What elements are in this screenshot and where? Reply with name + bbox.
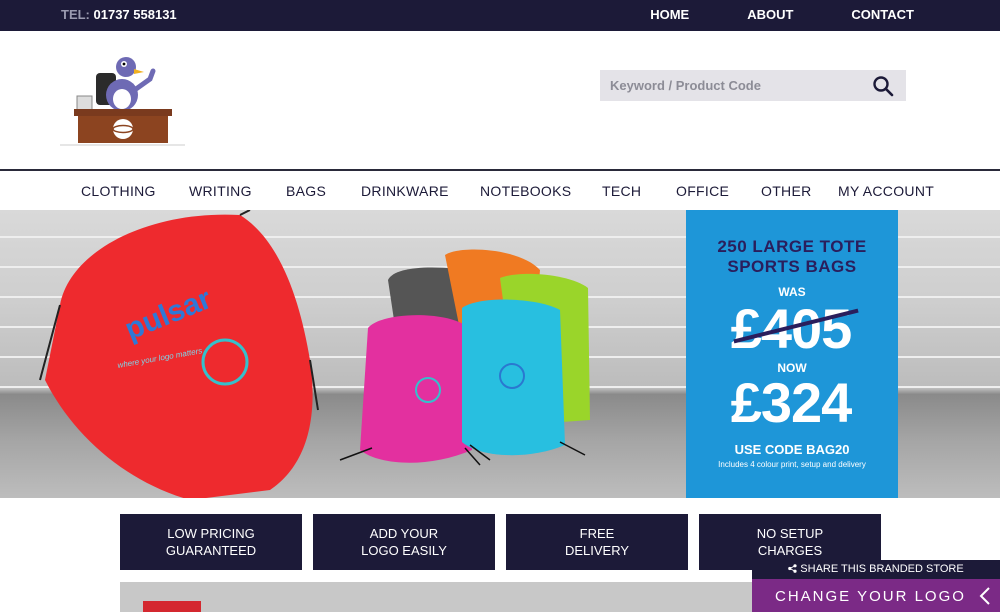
share-store-button[interactable]: SHARE THIS BRANDED STORE [752,560,1000,579]
search-icon [873,76,894,97]
promo-title-line2: SPORTS BAGS [727,257,857,276]
red-drawstring-bag: pulsar where your logo matters [39,210,319,498]
change-logo-label: CHANGE YOUR LOGO [775,588,966,605]
feature-free-delivery[interactable]: FREE DELIVERY [506,514,688,570]
feature-line1: FREE [579,526,615,541]
top-bar: TEL: 01737 558131 HOME ABOUT CONTACT [0,0,1000,31]
bags-illustration: pulsar where your logo matters [39,210,590,498]
nav-item-notebooks[interactable]: NOTEBOOKS [480,183,571,199]
nav-item-writing[interactable]: WRITING [189,183,252,199]
feature-line2: GUARANTEED [165,543,257,558]
feature-add-logo[interactable]: ADD YOUR LOGO EASILY [313,514,495,570]
sale-tag [143,601,201,612]
telephone-number[interactable]: 01737 558131 [94,7,177,22]
feature-low-pricing[interactable]: LOW PRICING GUARANTEED [120,514,302,570]
nav-item-other[interactable]: OTHER [761,183,812,199]
feature-line1: LOW PRICING [167,526,255,541]
search-bar [600,70,906,101]
nav-item-clothing[interactable]: CLOTHING [81,183,156,199]
header [0,31,1000,171]
promo-title: 250 LARGE TOTE SPORTS BAGS [686,237,898,277]
telephone: TEL: 01737 558131 [61,7,177,22]
cyan-bag [462,299,565,456]
top-link-contact[interactable]: CONTACT [851,7,914,22]
feature-line2: LOGO EASILY [361,543,447,558]
change-logo-button[interactable]: CHANGE YOUR LOGO [752,579,1000,612]
search-input[interactable] [600,70,860,101]
nav-item-bags[interactable]: BAGS [286,183,326,199]
search-button[interactable] [872,75,894,97]
site-logo[interactable] [60,51,185,151]
promo-title-line1: 250 LARGE TOTE [717,237,867,256]
promo-includes-text: Includes 4 colour print, setup and deliv… [718,460,866,469]
share-store-label: SHARE THIS BRANDED STORE [800,563,964,575]
chevron-left-icon[interactable] [978,586,992,606]
share-icon [788,564,797,573]
feature-line2: CHARGES [757,543,823,558]
promo-code-text: USE CODE BAG20 [734,442,850,457]
feature-line2: DELIVERY [564,543,630,558]
main-nav: CLOTHING WRITING BAGS DRINKWARE NOTEBOOK… [0,172,1000,210]
nav-item-office[interactable]: OFFICE [676,183,729,199]
feature-line1: NO SETUP [756,526,824,541]
telephone-label: TEL: [61,7,90,22]
nav-item-tech[interactable]: TECH [602,183,641,199]
promo-panel[interactable]: 250 LARGE TOTE SPORTS BAGS WAS £405 NOW … [686,210,898,498]
promo-new-price: £324 [730,371,853,434]
nav-item-my-account[interactable]: MY ACCOUNT [838,183,934,199]
top-link-about[interactable]: ABOUT [747,7,793,22]
nav-item-drinkware[interactable]: DRINKWARE [361,183,449,199]
feature-line1: ADD YOUR [369,526,439,541]
pigeon-mascot-logo [60,57,185,146]
top-link-home[interactable]: HOME [650,7,689,22]
top-links: HOME ABOUT CONTACT [592,7,914,22]
lower-banner[interactable] [120,582,760,612]
